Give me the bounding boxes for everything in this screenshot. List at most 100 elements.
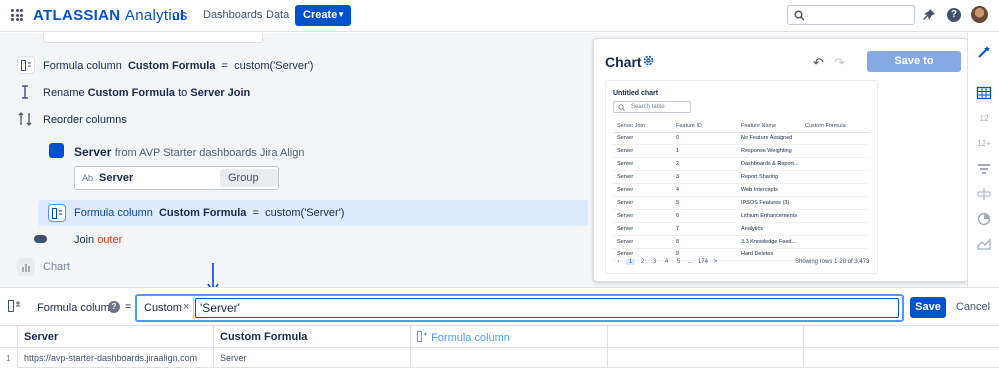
- help-icon[interactable]: ?: [108, 301, 120, 313]
- column-header[interactable]: Server Join: [613, 121, 676, 133]
- step-formula-column[interactable]: Formula column Custom Formula = custom('…: [43, 60, 313, 72]
- page-button[interactable]: 5: [674, 259, 683, 265]
- step-reorder-columns[interactable]: Reorder columns: [43, 114, 127, 126]
- step-rename[interactable]: Rename Custom Formula to Server Join: [43, 87, 250, 99]
- help-icon[interactable]: ?: [947, 8, 961, 22]
- nav-data[interactable]: Data: [266, 9, 289, 21]
- step-prefix: Formula column: [74, 207, 153, 219]
- search-icon: [618, 104, 625, 111]
- redo-icon[interactable]: ↷: [834, 55, 845, 71]
- table-cell[interactable]: [608, 348, 804, 368]
- step-source[interactable]: Server from AVP Starter dashboards Jira …: [74, 145, 304, 159]
- table-cell: Server: [613, 196, 676, 210]
- app-switcher-icon[interactable]: [11, 9, 23, 21]
- table-cell[interactable]: [804, 348, 999, 368]
- table-cell: Report Sharing: [741, 170, 805, 185]
- table-row: Server 8 3.3 Knowledge Feed...: [613, 235, 870, 249]
- single-value-trend-icon[interactable]: 12+: [976, 136, 992, 152]
- table-icon[interactable]: [976, 85, 992, 101]
- table-row: Server 2 Dashboards & Report...: [613, 157, 870, 172]
- page-button[interactable]: 2: [638, 259, 647, 265]
- chip-label: Custom: [144, 302, 182, 314]
- table-cell: 3.3 Knowledge Feed...: [741, 235, 805, 249]
- close-icon[interactable]: ×: [183, 301, 189, 313]
- area-chart-icon[interactable]: [976, 236, 992, 252]
- table-cell[interactable]: Server: [214, 348, 411, 368]
- chart-inner-title: Untitled chart: [613, 90, 659, 97]
- table-cell: 4: [676, 183, 741, 197]
- table-cell: Server: [613, 170, 676, 185]
- chevron-down-icon: ▼: [337, 10, 345, 19]
- table-row: Server 3 Report Sharing: [613, 170, 870, 185]
- step-prefix: Rename: [43, 87, 85, 99]
- page-ellipsis: ...: [687, 259, 693, 265]
- search-icon: [794, 10, 805, 21]
- page-button[interactable]: 1: [626, 259, 635, 265]
- column-header[interactable]: Custom Formula: [805, 121, 870, 133]
- table-cell: [805, 209, 870, 223]
- formula-column-icon: [8, 300, 20, 312]
- column-header[interactable]: Feature Name: [741, 121, 805, 133]
- column-header[interactable]: Feature ID: [676, 121, 741, 133]
- horizontal-bar-icon[interactable]: [976, 186, 992, 202]
- page-button[interactable]: 174: [698, 259, 708, 265]
- formula-column-icon: [48, 204, 66, 222]
- table-cell: 1: [676, 144, 741, 159]
- save-to-dashboard-button[interactable]: Save to dashboard: [867, 51, 961, 88]
- rename-icon: [22, 85, 28, 99]
- magic-wand-icon[interactable]: [976, 44, 992, 60]
- source-column-card[interactable]: Ab Server Group: [74, 166, 279, 190]
- step-chart[interactable]: Chart: [43, 261, 70, 273]
- notifications-icon[interactable]: [921, 7, 937, 23]
- table-cell: [805, 144, 870, 159]
- rows-count-text: Showing rows 1-20 of 3,473: [795, 259, 870, 265]
- row-number: 1: [0, 348, 18, 368]
- step-formula-column-active[interactable]: Formula column Custom Formula = custom('…: [74, 207, 344, 219]
- table-cell: Server: [613, 235, 676, 249]
- single-value-icon[interactable]: 12: [976, 111, 992, 127]
- custom-function-chip[interactable]: Custom ×: [139, 298, 194, 318]
- pagination-prev-icon[interactable]: ‹: [614, 259, 623, 265]
- visualization-sidebar: 12 12+: [967, 33, 999, 287]
- table-row: Server 7 Analytics: [613, 222, 870, 236]
- pie-chart-icon[interactable]: [976, 211, 992, 227]
- save-button[interactable]: Save: [910, 297, 946, 318]
- table-cell: Analytics: [741, 222, 805, 236]
- table-search-input[interactable]: Search table: [613, 101, 691, 113]
- create-button[interactable]: Create ▼: [295, 5, 351, 26]
- formula-field[interactable]: Custom ×: [135, 294, 904, 322]
- preview-table: Server Join Feature ID Feature Name Cust…: [613, 121, 870, 262]
- table-cell: Lithium Enhancements: [741, 209, 805, 223]
- search-input[interactable]: [787, 5, 915, 25]
- previous-step-card: [43, 33, 263, 43]
- column-header[interactable]: Custom Formula: [214, 326, 411, 348]
- table-cell: Server: [613, 157, 676, 172]
- create-label: Create: [303, 9, 338, 21]
- gear-icon[interactable]: [642, 54, 655, 67]
- cancel-button[interactable]: Cancel: [953, 297, 993, 318]
- table-cell[interactable]: [411, 348, 608, 368]
- formula-input[interactable]: [195, 298, 899, 318]
- funnel-icon[interactable]: [976, 161, 992, 177]
- table-cell: [805, 157, 870, 172]
- product-logo[interactable]: ATLASSIAN Analytics: [33, 7, 188, 24]
- join-label: Join: [74, 234, 95, 246]
- pagination: ‹ 1 2 3 4 5... 174 >: [614, 259, 723, 265]
- table-cell[interactable]: https://avp-starter-dashboards.jiraalign…: [18, 348, 214, 368]
- column-header[interactable]: Server: [18, 326, 214, 348]
- step-join[interactable]: Join outer: [74, 234, 122, 246]
- table-cell: [805, 170, 870, 185]
- undo-icon[interactable]: ↶: [813, 55, 824, 71]
- table-cell: 0: [676, 132, 741, 146]
- new-formula-column-header[interactable]: Formula column: [411, 326, 608, 348]
- table-cell: 5: [676, 196, 741, 210]
- table-row: Server 0 No Feature Assigned: [613, 132, 870, 146]
- page-button[interactable]: 3: [650, 259, 659, 265]
- table-cell: Server: [613, 132, 676, 146]
- avatar[interactable]: [971, 6, 988, 23]
- active-step-row[interactable]: Formula column Custom Formula = custom('…: [38, 200, 588, 226]
- page-button[interactable]: 4: [662, 259, 671, 265]
- pagination-next-icon[interactable]: >: [711, 259, 720, 265]
- group-button[interactable]: Group: [220, 169, 278, 187]
- nav-dashboards[interactable]: Dashboards: [203, 9, 262, 21]
